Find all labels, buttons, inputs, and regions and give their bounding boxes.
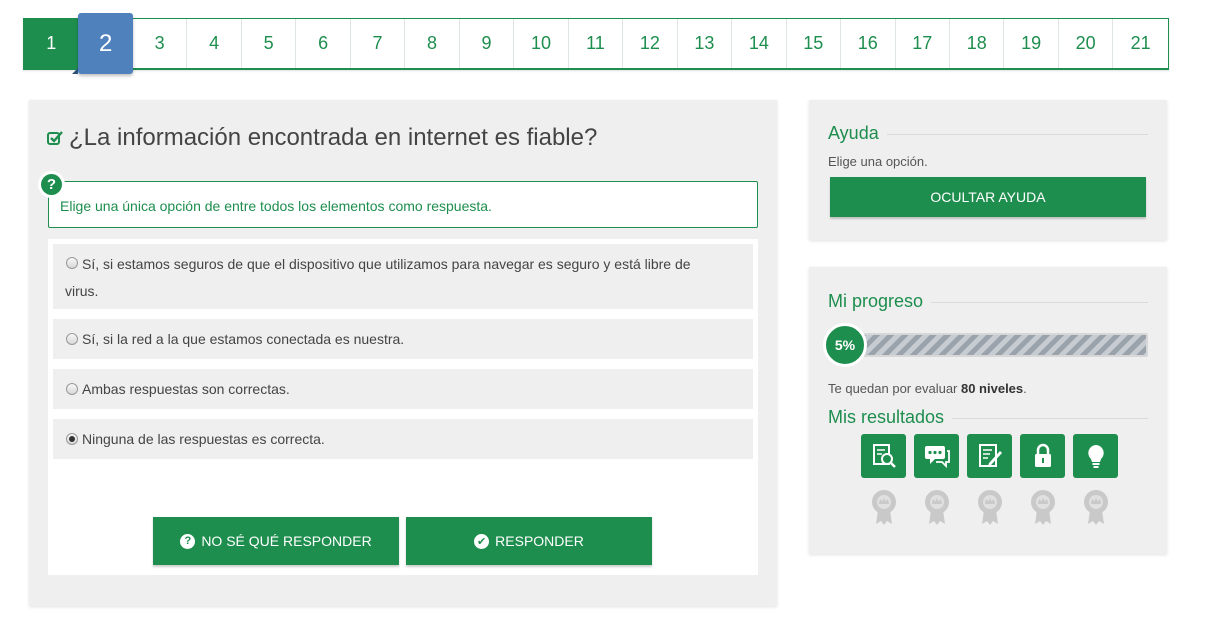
- progress-title: Mi progreso: [828, 291, 1148, 312]
- medal-icon: [1083, 490, 1108, 525]
- help-text: Elige una opción.: [828, 154, 928, 169]
- remaining-levels-text: Te quedan por evaluar 80 niveles.: [828, 381, 1027, 396]
- lock-icon[interactable]: [1020, 434, 1065, 478]
- lightbulb-icon[interactable]: [1073, 434, 1118, 478]
- answer-option-2[interactable]: Sí, si la red a la que estamos conectada…: [53, 319, 753, 359]
- dont-know-button[interactable]: ? NO SÉ QUÉ RESPONDER: [153, 517, 399, 565]
- help-panel: Ayuda Elige una opción. OCULTAR AYUDA: [809, 100, 1167, 240]
- level-steps-bar: 1 2 3 4 5 6 7 8 9 10 11 12 13 14 15 16 1…: [23, 13, 1169, 74]
- question-circle-icon: ?: [180, 533, 196, 549]
- remaining-suffix: .: [1023, 381, 1027, 396]
- answer-option-1[interactable]: Sí, si estamos seguros de que el disposi…: [53, 244, 753, 309]
- answer-option-label: Ninguna de las respuestas es correcta.: [82, 430, 325, 447]
- results-title: Mis resultados: [828, 407, 1148, 428]
- answer-option-label: Sí, si la red a la que estamos conectada…: [82, 330, 405, 347]
- step-11[interactable]: 11: [569, 19, 624, 68]
- instruction-text: Elige una única opción de entre todos lo…: [60, 198, 492, 214]
- medal-icon: [977, 490, 1002, 525]
- check-circle-icon: ✔: [474, 533, 490, 549]
- step-18[interactable]: 18: [950, 19, 1005, 68]
- document-search-icon[interactable]: [861, 434, 906, 478]
- step-3[interactable]: 3: [133, 19, 188, 68]
- step-19[interactable]: 19: [1004, 19, 1059, 68]
- step-2-current[interactable]: 2: [72, 13, 133, 74]
- answer-option-label: Sí, si estamos seguros de que el disposi…: [65, 256, 691, 299]
- radio-button[interactable]: [66, 383, 78, 395]
- step-6[interactable]: 6: [296, 19, 351, 68]
- step-21[interactable]: 21: [1113, 19, 1167, 68]
- medal-icon: [871, 490, 896, 525]
- progress-percent-badge: 5%: [823, 323, 867, 367]
- radio-button-selected[interactable]: [66, 433, 78, 445]
- question-title-text: ¿La información encontrada en internet e…: [69, 124, 598, 151]
- question-panel: ¿La información encontrada en internet e…: [29, 100, 777, 606]
- progress-bar: [843, 333, 1148, 357]
- remaining-count: 80 niveles: [960, 381, 1024, 396]
- progress-title-text: Mi progreso: [828, 291, 924, 311]
- answer-button-label: RESPONDER: [495, 533, 584, 549]
- answer-button[interactable]: ✔ RESPONDER: [406, 517, 652, 565]
- medal-icon: [1030, 490, 1055, 525]
- edit-check-icon: [47, 131, 63, 145]
- step-8[interactable]: 8: [405, 19, 460, 68]
- step-16[interactable]: 16: [841, 19, 896, 68]
- step-10[interactable]: 10: [514, 19, 569, 68]
- step-4[interactable]: 4: [187, 19, 242, 68]
- answer-option-3[interactable]: Ambas respuestas son correctas.: [53, 369, 753, 409]
- progress-panel: Mi progreso 5% Te quedan por evaluar 80 …: [809, 267, 1167, 554]
- help-title-text: Ayuda: [828, 123, 879, 143]
- help-title: Ayuda: [828, 123, 1148, 144]
- results-title-text: Mis resultados: [828, 407, 945, 427]
- answer-option-label: Ambas respuestas son correctas.: [82, 380, 290, 397]
- step-15[interactable]: 15: [787, 19, 842, 68]
- step-20[interactable]: 20: [1059, 19, 1114, 68]
- chat-icon[interactable]: [914, 434, 959, 478]
- step-1[interactable]: 1: [24, 19, 79, 68]
- step-7[interactable]: 7: [351, 19, 406, 68]
- answer-option-4[interactable]: Ninguna de las respuestas es correcta.: [53, 419, 753, 459]
- question-title: ¿La información encontrada en internet e…: [47, 124, 597, 152]
- document-edit-icon[interactable]: [967, 434, 1012, 478]
- step-5[interactable]: 5: [242, 19, 297, 68]
- dont-know-button-label: NO SÉ QUÉ RESPONDER: [201, 533, 372, 549]
- step-9[interactable]: 9: [460, 19, 515, 68]
- radio-button[interactable]: [66, 333, 78, 345]
- step-14[interactable]: 14: [732, 19, 787, 68]
- instruction-box: Elige una única opción de entre todos lo…: [48, 181, 758, 228]
- hide-help-button[interactable]: OCULTAR AYUDA: [830, 177, 1146, 217]
- step-17[interactable]: 17: [896, 19, 950, 68]
- medal-icon: [924, 490, 949, 525]
- step-12[interactable]: 12: [623, 19, 678, 68]
- results-grid: [861, 434, 1118, 526]
- remaining-prefix: Te quedan por evaluar: [828, 381, 961, 396]
- radio-button[interactable]: [66, 257, 78, 269]
- step-13[interactable]: 13: [678, 19, 733, 68]
- question-mark-icon: ?: [38, 171, 65, 198]
